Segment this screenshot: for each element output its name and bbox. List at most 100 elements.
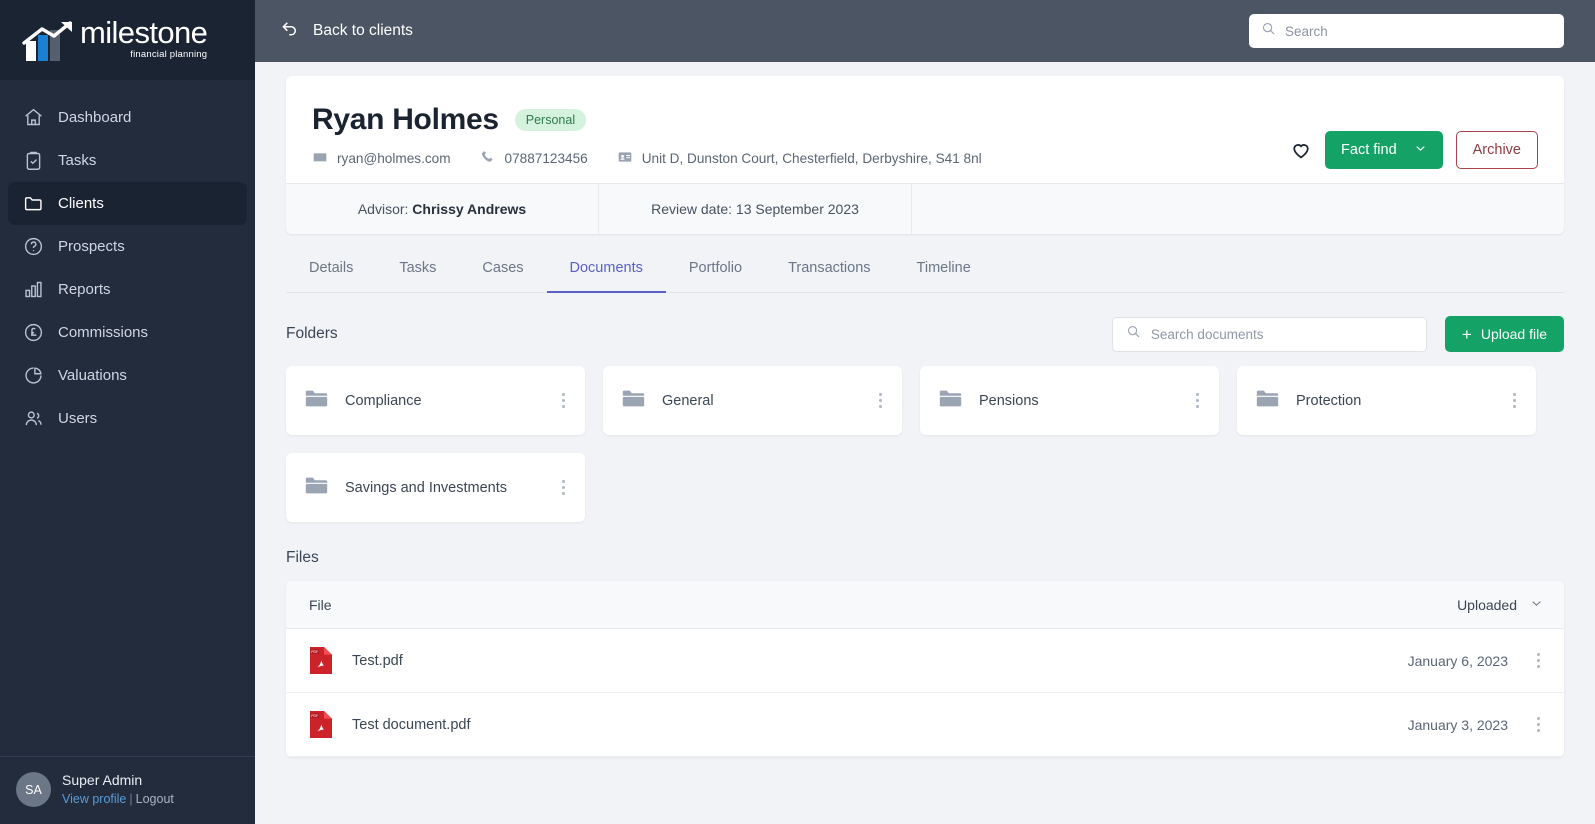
folder-name: Savings and Investments xyxy=(345,479,508,496)
folder-menu-icon[interactable] xyxy=(1193,388,1202,413)
folder-card[interactable]: Pensions xyxy=(920,366,1219,435)
tab-transactions[interactable]: Transactions xyxy=(765,240,893,293)
folder-name: Pensions xyxy=(979,392,1039,409)
folder-card[interactable]: Protection xyxy=(1237,366,1536,435)
archive-button[interactable]: Archive xyxy=(1455,131,1538,169)
back-arrow-icon xyxy=(279,18,300,44)
files-table-header: File Uploaded xyxy=(286,581,1564,629)
sidebar-item-tasks[interactable]: Tasks xyxy=(8,139,247,182)
app-logo[interactable]: milestone financial planning xyxy=(0,0,255,80)
pdf-file-icon: PDF xyxy=(309,710,333,739)
folder-grid: Compliance General Pensions Protection S… xyxy=(286,366,1564,522)
avatar: SA xyxy=(16,772,51,807)
document-search-input[interactable] xyxy=(1150,326,1413,342)
folder-card[interactable]: General xyxy=(603,366,902,435)
plus-icon: + xyxy=(1461,324,1472,344)
folders-section-header: Folders + Upload file xyxy=(286,316,1564,352)
page-scroll: Ryan Holmes Personal ryan@holmes.com 078… xyxy=(255,62,1595,824)
column-header-uploaded-label: Uploaded xyxy=(1457,596,1517,613)
app-root: milestone financial planning Dashboard T… xyxy=(0,0,1595,824)
sidebar-item-clients[interactable]: Clients xyxy=(8,182,247,225)
search-icon xyxy=(1126,324,1141,344)
folder-card[interactable]: Savings and Investments xyxy=(286,453,585,522)
file-name: Test document.pdf xyxy=(352,716,471,733)
document-search[interactable] xyxy=(1111,316,1427,352)
folder-menu-icon[interactable] xyxy=(876,388,885,413)
tab-documents[interactable]: Documents xyxy=(546,240,666,293)
id-card-icon xyxy=(617,149,633,168)
files-table: File Uploaded PDF Test.pdf January 6, 20… xyxy=(286,581,1564,757)
sidebar-item-reports[interactable]: Reports xyxy=(8,268,247,311)
file-menu-icon[interactable] xyxy=(1534,712,1543,737)
files-title: Files xyxy=(286,549,319,566)
main-area: Back to clients Ryan Holmes Personal xyxy=(255,0,1595,824)
sidebar-nav: Dashboard Tasks Clients Prospects Report… xyxy=(0,96,255,756)
logo-tagline: financial planning xyxy=(130,48,208,60)
favourite-heart-icon[interactable] xyxy=(1290,139,1312,161)
column-header-file: File xyxy=(309,596,332,613)
top-bar: Back to clients xyxy=(255,0,1595,62)
tab-tasks[interactable]: Tasks xyxy=(376,240,459,293)
folder-icon xyxy=(303,472,330,504)
client-meta-row: Advisor: Chrissy Andrews Review date: 13… xyxy=(286,183,1564,234)
sidebar-item-users[interactable]: Users xyxy=(8,397,247,440)
folder-menu-icon[interactable] xyxy=(559,475,568,500)
folder-icon xyxy=(620,385,647,417)
sidebar-item-label: Clients xyxy=(58,195,104,212)
table-row[interactable]: PDF Test.pdf January 6, 2023 xyxy=(286,629,1564,693)
table-row[interactable]: PDF Test document.pdf January 3, 2023 xyxy=(286,693,1564,757)
client-phone[interactable]: 07887123456 xyxy=(480,149,588,168)
review-date-cell: Review date: 13 September 2023 xyxy=(599,184,912,234)
question-circle-icon xyxy=(22,236,44,258)
sidebar: milestone financial planning Dashboard T… xyxy=(0,0,255,824)
contact-row: ryan@holmes.com 07887123456 Unit D, Duns… xyxy=(312,149,982,168)
sidebar-item-dashboard[interactable]: Dashboard xyxy=(8,96,247,139)
column-header-uploaded[interactable]: Uploaded xyxy=(1457,597,1543,613)
folder-name: Compliance xyxy=(345,392,422,409)
tab-portfolio[interactable]: Portfolio xyxy=(666,240,765,293)
folder-name: General xyxy=(662,392,714,409)
milestone-logo-icon xyxy=(22,19,78,63)
back-to-clients-button[interactable]: Back to clients xyxy=(279,18,413,44)
pdf-file-icon: PDF xyxy=(309,646,333,675)
client-phone-text: 07887123456 xyxy=(504,151,588,166)
sidebar-item-valuations[interactable]: Valuations xyxy=(8,354,247,397)
file-menu-icon[interactable] xyxy=(1534,648,1543,673)
link-separator: | xyxy=(129,792,133,806)
user-links: View profile | Logout xyxy=(62,790,174,808)
sidebar-item-label: Users xyxy=(58,410,98,427)
advisor-cell: Advisor: Chrissy Andrews xyxy=(286,184,599,234)
folder-menu-icon[interactable] xyxy=(559,388,568,413)
back-to-clients-label: Back to clients xyxy=(313,22,413,39)
sidebar-item-label: Commissions xyxy=(58,324,149,341)
client-email-text: ryan@holmes.com xyxy=(337,151,451,166)
global-search[interactable] xyxy=(1249,14,1564,48)
folder-card[interactable]: Compliance xyxy=(286,366,585,435)
advisor-name: Chrissy Andrews xyxy=(412,201,527,217)
fact-find-button[interactable]: Fact find xyxy=(1325,131,1443,169)
tab-details[interactable]: Details xyxy=(286,240,376,293)
users-icon xyxy=(22,408,44,430)
folder-menu-icon[interactable] xyxy=(1510,388,1519,413)
logout-link[interactable]: Logout xyxy=(136,792,174,806)
search-input[interactable] xyxy=(1285,23,1552,39)
logo-wordmark: milestone xyxy=(80,14,208,50)
folders-title: Folders xyxy=(286,325,338,342)
folder-icon xyxy=(303,385,330,417)
tab-timeline[interactable]: Timeline xyxy=(894,240,994,293)
bar-chart-icon xyxy=(22,279,44,301)
sidebar-item-commissions[interactable]: Commissions xyxy=(8,311,247,354)
envelope-icon xyxy=(312,149,328,168)
sidebar-item-prospects[interactable]: Prospects xyxy=(8,225,247,268)
home-icon xyxy=(22,107,44,129)
upload-file-button[interactable]: + Upload file xyxy=(1444,316,1564,352)
view-profile-link[interactable]: View profile xyxy=(62,792,126,806)
chevron-down-icon xyxy=(1530,597,1543,613)
folder-name: Protection xyxy=(1296,392,1362,409)
client-address-text: Unit D, Dunston Court, Chesterfield, Der… xyxy=(641,151,982,166)
file-uploaded-date: January 6, 2023 xyxy=(1407,652,1508,669)
tab-cases[interactable]: Cases xyxy=(459,240,546,293)
meta-empty-cell xyxy=(912,184,1564,234)
folder-icon xyxy=(1254,385,1281,417)
client-email[interactable]: ryan@holmes.com xyxy=(312,149,451,168)
